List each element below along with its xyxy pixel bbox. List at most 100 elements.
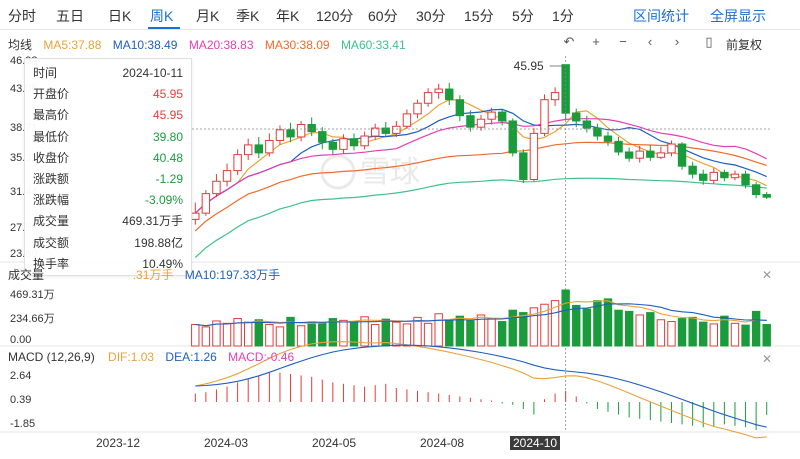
candle-body — [423, 92, 433, 104]
date-tick: 2024-05 — [312, 436, 357, 450]
date-tick: 2024-03 — [204, 436, 249, 450]
candle-body — [296, 124, 306, 138]
tooltip-row: 涨跌幅 -3.09% — [33, 190, 187, 210]
tooltip-key: 开盘价 — [33, 87, 70, 102]
volume-label: 成交量 — [8, 268, 45, 282]
candle-body — [667, 143, 676, 154]
candle-body — [434, 88, 443, 94]
candle-body — [688, 165, 697, 175]
volume-bar — [487, 318, 496, 347]
candle-body — [741, 173, 750, 186]
candle-body — [265, 139, 274, 154]
volume-bar — [614, 309, 623, 347]
tooltip-value: 198.88亿 — [134, 235, 183, 250]
volume-bar — [561, 289, 570, 347]
volume-bar — [445, 319, 454, 347]
tooltip-key: 时间 — [33, 66, 58, 80]
volume-bar — [191, 324, 200, 347]
volume-bar — [243, 321, 253, 347]
volume-bar — [688, 316, 697, 347]
candle-body — [699, 173, 708, 181]
volume-bar — [497, 321, 507, 347]
ma60-line — [194, 177, 767, 258]
volume-bar — [603, 298, 613, 347]
tooltip-key: 最高价 — [33, 108, 70, 123]
volume-bar — [741, 324, 750, 347]
volume-bar — [392, 321, 401, 347]
volume-bar — [762, 324, 771, 347]
volume-bar — [254, 319, 263, 347]
tooltip-key: 成交额 — [33, 235, 70, 250]
candle-body — [646, 150, 655, 158]
volume-bar — [201, 326, 211, 347]
tooltip-value: 39.80 — [152, 129, 183, 144]
candle-body — [508, 120, 517, 154]
candle-body — [614, 140, 623, 153]
candle-body — [677, 143, 687, 167]
tooltip-row: 开盘价 45.95 — [33, 84, 187, 104]
tooltip-key: 涨跌额 — [33, 172, 70, 186]
tooltip-row: 收盘价 40.48 — [33, 148, 187, 168]
candle-body — [243, 144, 253, 156]
volume-bar — [402, 323, 412, 347]
tooltip-value: 40.48 — [152, 150, 183, 165]
sub-axis-tick: 2.64 — [10, 370, 32, 382]
candle-body — [318, 131, 327, 143]
candle-body — [275, 129, 285, 141]
candle-body — [529, 132, 539, 180]
volume-bar — [667, 321, 676, 347]
candle-body — [730, 173, 740, 179]
candle-body — [582, 120, 592, 129]
candle-body — [751, 184, 761, 196]
volume-ma5: .31万手 — [132, 268, 174, 282]
volume-bar — [423, 322, 433, 347]
tooltip-value: 45.95 — [152, 108, 183, 123]
volume-bar — [508, 309, 517, 347]
candle-body — [360, 135, 369, 147]
candle-body — [413, 102, 422, 115]
tooltip-row: 成交额 198.88亿 — [33, 233, 187, 253]
sub-axis-tick: 0.00 — [10, 334, 32, 346]
volume-bar — [593, 300, 602, 347]
volume-ma10: MA10:197.33万手 — [184, 268, 281, 282]
date-tick: 2023-12 — [96, 436, 141, 450]
watermark-logo: 雪球 — [360, 155, 420, 190]
volume-bar — [434, 313, 443, 347]
tooltip-row: 最高价 45.95 — [33, 105, 187, 125]
candle-body — [339, 138, 348, 150]
volume-settings-icon[interactable]: ✕ — [760, 268, 774, 282]
macd-legend: MACD (12,26,9) DIF:1.03 DEA:1.26 MACD:-0… — [8, 350, 294, 364]
volume-bar — [572, 304, 581, 347]
tooltip-row: 最低价 39.80 — [33, 127, 187, 147]
volume-bar — [466, 320, 475, 347]
tooltip-row: 成交量 469.31万手 — [33, 211, 187, 231]
candle-body — [497, 111, 507, 122]
macd-label: MACD (12,26,9) — [8, 350, 95, 364]
tooltip-key: 最低价 — [33, 129, 70, 144]
candle-body — [466, 115, 475, 128]
volume-bar — [709, 323, 719, 347]
date-tick: 2024-10 — [510, 436, 561, 450]
volume-bar — [296, 325, 306, 347]
volume-bar — [582, 308, 592, 347]
candle-body — [328, 141, 338, 150]
volume-bar — [751, 310, 761, 347]
candle-body — [392, 125, 401, 134]
tooltip-key: 成交量 — [33, 214, 70, 229]
candle-body — [709, 171, 719, 181]
candle-body — [603, 135, 613, 142]
candle-body — [572, 112, 581, 122]
candle-body — [720, 171, 729, 179]
volume-bar — [222, 322, 232, 347]
volume-bar — [720, 315, 729, 347]
tooltip-value: -1.29 — [155, 172, 183, 186]
peak-label: 45.95 — [514, 59, 544, 73]
candle-body — [487, 111, 496, 120]
tooltip-value: 45.95 — [152, 87, 183, 102]
tooltip-value: 469.31万手 — [122, 214, 183, 229]
ohlc-tooltip: 时间 2024-10-11 开盘价 45.95 最高价 45.95 最低价 39.80 收盘价 4… — [24, 58, 192, 276]
macd-settings-icon[interactable]: ✕ — [760, 352, 774, 366]
volume-bar — [275, 326, 285, 347]
candle-body — [624, 151, 634, 159]
candle-body — [212, 180, 221, 195]
